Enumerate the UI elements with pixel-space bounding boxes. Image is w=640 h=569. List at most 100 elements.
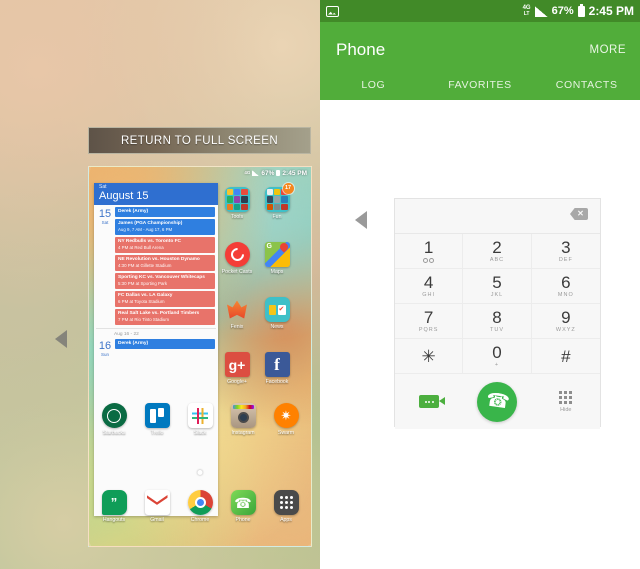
- dialpad-key-1[interactable]: 1: [395, 234, 464, 269]
- app-label: Pocket Casts: [221, 269, 253, 275]
- dialpad-key-letters: MNO: [557, 292, 574, 298]
- dock-icon-phone[interactable]: ☎ Phone: [227, 490, 259, 523]
- dialpad-key-number: 4: [423, 273, 434, 292]
- app-icon-starbucks[interactable]: Starbucks: [98, 403, 130, 436]
- app-label: Tools: [230, 214, 244, 220]
- dialpad-actions: ☎ Hide: [395, 374, 600, 429]
- dialpad-key-letters: TUV: [489, 327, 504, 333]
- app-icon-google-plus[interactable]: g+ Google+: [221, 352, 253, 385]
- app-label: Fun: [272, 214, 282, 220]
- backspace-icon[interactable]: ✕: [570, 208, 588, 220]
- app-icon-pocket-casts[interactable]: Pocket Casts: [221, 242, 253, 275]
- more-button[interactable]: MORE: [590, 44, 627, 56]
- dialpad-key-letters: GHI: [422, 292, 436, 298]
- dialpad-key-3[interactable]: 3 DEF: [531, 234, 600, 269]
- preview-battery-percent: 67%: [261, 169, 275, 177]
- app-label: Instagram: [231, 430, 255, 436]
- app-icon-fenix[interactable]: Fenix: [221, 297, 253, 330]
- dialpad-key-5[interactable]: 5 JKL: [463, 269, 532, 304]
- left-panel-drag-handle-icon[interactable]: [55, 330, 67, 348]
- app-icon-tools[interactable]: Tools: [221, 187, 253, 220]
- calendar-event[interactable]: James (PGA Championship) Aug 9, 7 AM - A…: [115, 219, 215, 235]
- call-button[interactable]: ☎: [477, 381, 518, 422]
- dock-icon-gmail[interactable]: Gmail: [141, 490, 173, 523]
- app-label: Facebook: [265, 379, 289, 385]
- slack-icon: [187, 403, 213, 428]
- calendar-event[interactable]: FC Dallas vs. LA Galaxy 6 PM at Toyota S…: [115, 291, 215, 307]
- video-camera-icon[interactable]: [419, 395, 446, 408]
- app-icon-trello[interactable]: Trello: [141, 403, 173, 436]
- dialpad-key-9[interactable]: 9 WXYZ: [531, 304, 600, 339]
- app-icon-instagram[interactable]: Instagram: [227, 403, 259, 436]
- dialpad-key-star[interactable]: ✳: [395, 339, 464, 374]
- trello-icon: [144, 403, 170, 428]
- right-panel-drag-handle-icon[interactable]: [355, 211, 367, 229]
- calendar-event-subtitle: 7 PM at Rio Tinto Stadium: [118, 317, 170, 322]
- battery-percent: 67%: [551, 5, 574, 17]
- calendar-event[interactable]: Derek (Army): [115, 339, 215, 349]
- app-icon-maps[interactable]: G Maps: [261, 241, 293, 275]
- dialpad-key-letters: WXYZ: [555, 327, 576, 333]
- calendar-day-column: 16 Sun: [97, 339, 113, 358]
- dialpad-key-number: 3: [561, 238, 571, 257]
- app-icon-news[interactable]: ✔ News: [261, 297, 293, 330]
- app-icon-facebook[interactable]: f Facebook: [261, 352, 293, 385]
- apps-grid-icon: [273, 490, 299, 515]
- instagram-icon: [230, 403, 256, 428]
- dialpad-key-number: #: [561, 346, 571, 366]
- dialpad-key-pound[interactable]: #: [531, 339, 600, 374]
- dialpad-key-number: 8: [492, 308, 502, 327]
- calendar-header-date: August 15: [99, 190, 149, 202]
- return-to-full-screen-button[interactable]: RETURN TO FULL SCREEN: [88, 127, 311, 154]
- dialpad-key-letters: PQRS: [418, 327, 439, 333]
- dialpad-key-2[interactable]: 2 ABC: [463, 234, 532, 269]
- calendar-event-list: Derek (Army) James (PGA Championship) Au…: [113, 207, 215, 325]
- phone-handset-icon: ☎: [484, 389, 511, 414]
- tab-log[interactable]: LOG: [320, 70, 427, 100]
- dock-icon-apps[interactable]: Apps: [270, 490, 302, 523]
- dialpad-key-number: 7: [423, 308, 434, 327]
- signal-strength-icon: [534, 5, 548, 17]
- dialpad-key-4[interactable]: 4 GHI: [395, 269, 464, 304]
- calendar-event[interactable]: NY Redbulls vs. Toronto FC 4 PM at Red B…: [115, 237, 215, 253]
- calendar-event[interactable]: Derek (Army): [115, 207, 215, 217]
- dock-icon-hangouts[interactable]: ” Hangouts: [98, 490, 130, 523]
- preview-network-icon: 4G: [244, 169, 251, 175]
- calendar-widget[interactable]: Sat August 15 15 Sat Derek (Army) James …: [94, 183, 218, 516]
- tab-favorites[interactable]: FAVORITES: [427, 70, 534, 100]
- dock-icon-chrome[interactable]: Chrome: [184, 490, 216, 523]
- hide-keypad-button[interactable]: Hide: [559, 390, 573, 413]
- tab-contacts[interactable]: CONTACTS: [533, 70, 640, 100]
- calendar-day-name: Sun: [100, 352, 109, 357]
- preview-status-bar: 4G 67% 2:45 PM: [89, 167, 311, 179]
- calendar-event-subtitle: 6 PM at Toyota Stadium: [118, 299, 165, 304]
- app-icon-fun[interactable]: 17 Fun: [261, 183, 294, 220]
- app-label: Swarm: [277, 430, 295, 436]
- calendar-event[interactable]: Real Salt Lake vs. Portland Timbers 7 PM…: [115, 309, 215, 325]
- calendar-event-title: Derek (Army): [118, 341, 149, 346]
- dialpad: ✕ 1 2 ABC 3 DEF 4 GHI 5 JKL 6 MNO 7 PQRS…: [394, 198, 601, 429]
- network-type-sub: LT: [523, 11, 530, 17]
- calendar-header-dow: Sat: [99, 184, 107, 190]
- dialpad-key-number: 5: [492, 273, 502, 292]
- app-icon-swarm[interactable]: ✷ Swarm: [270, 403, 302, 436]
- gmail-icon: [144, 490, 170, 515]
- hangouts-icon: ”: [101, 490, 127, 515]
- calendar-body: 15 Sat Derek (Army) James (PGA Champions…: [94, 205, 218, 325]
- calendar-event[interactable]: NE Revolution vs. Houston Dynamo 4:30 PM…: [115, 255, 215, 271]
- dock-label: Hangouts: [102, 517, 126, 523]
- calendar-day-number: 15: [98, 208, 112, 220]
- dialpad-key-0[interactable]: 0 +: [463, 339, 532, 374]
- facebook-icon: f: [264, 352, 290, 377]
- dialpad-key-7[interactable]: 7 PQRS: [395, 304, 464, 339]
- calendar-event[interactable]: Sporting KC vs. Vancouver Whitecaps 5:30…: [115, 273, 215, 289]
- dial-entry-field[interactable]: ✕: [395, 199, 600, 234]
- home-screen-preview[interactable]: 4G 67% 2:45 PM Sat August 15 15 Sat Dere…: [88, 166, 312, 547]
- dialpad-key-6[interactable]: 6 MNO: [531, 269, 600, 304]
- page-title: Phone: [336, 40, 386, 59]
- dock-label: Apps: [280, 517, 292, 523]
- image-icon: [326, 5, 339, 17]
- dialpad-key-number: 2: [492, 238, 502, 257]
- dialpad-key-8[interactable]: 8 TUV: [463, 304, 532, 339]
- app-icon-slack[interactable]: Slack: [184, 403, 216, 436]
